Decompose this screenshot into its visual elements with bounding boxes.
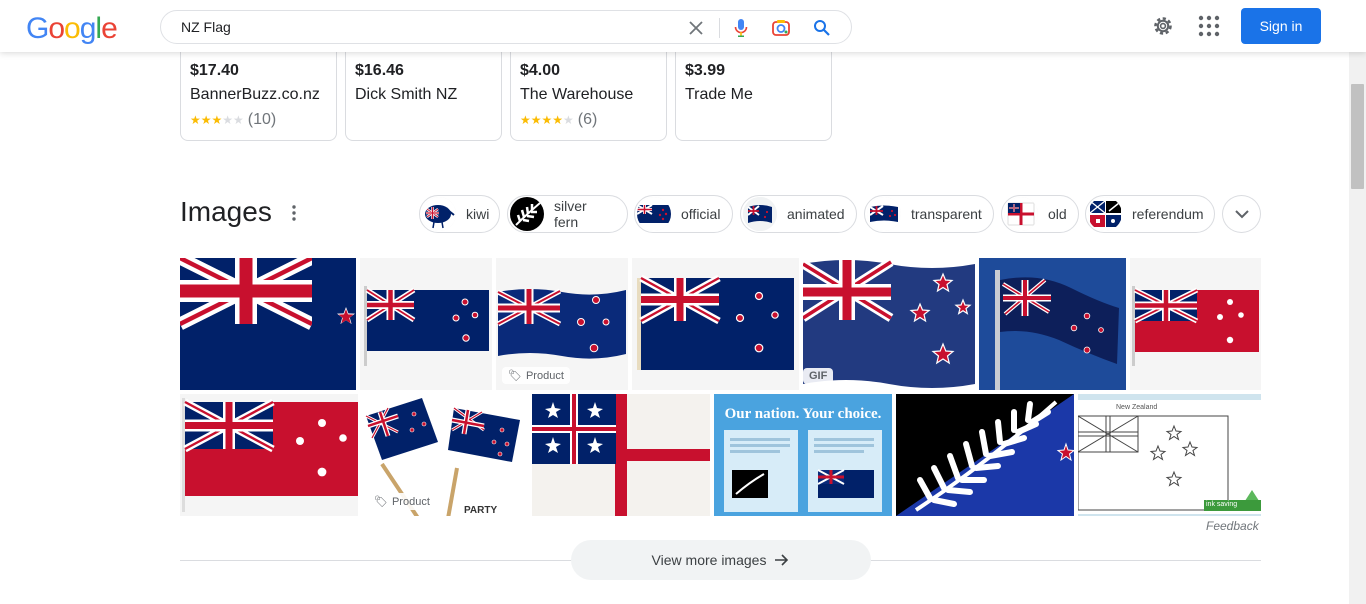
nz-flag-on-pole-image [360, 258, 492, 390]
chip-label: transparent [911, 206, 982, 222]
header-bar: Google Sign in [0, 0, 1366, 52]
gear-icon[interactable] [1151, 14, 1175, 38]
images-section-title: Images [180, 196, 272, 227]
microphone-icon[interactable] [730, 17, 752, 39]
filter-chip-referendum[interactable]: referendum [1085, 195, 1215, 233]
filter-chip-silver-fern[interactable]: silver fern [507, 195, 628, 233]
nz-flag-colouring-sheet-image [1078, 394, 1261, 516]
image-result[interactable]: 🏷 Product PARTY [362, 394, 528, 516]
tag-icon: 🏷 [508, 370, 522, 382]
google-logo[interactable]: Google [26, 12, 118, 46]
product-store: BannerBuzz.co.nz [190, 86, 320, 103]
nz-flag-with-rope-image [632, 258, 799, 390]
product-price: $17.40 [190, 62, 239, 79]
apps-grid-icon[interactable] [1198, 15, 1220, 37]
filter-chip-official[interactable]: official [634, 195, 733, 233]
chip-label: old [1048, 206, 1067, 222]
image-result[interactable]: GIF [803, 258, 975, 390]
camera-lens-icon[interactable] [770, 17, 792, 39]
logo-letter: o [48, 12, 65, 45]
sheet-caption: New Zealand [1116, 404, 1158, 411]
product-rating: ★★★★★ (10) [190, 111, 276, 129]
image-result[interactable] [979, 258, 1126, 390]
star-rating-icon: ★★★★★ [190, 113, 244, 127]
more-options-icon[interactable] [286, 204, 302, 222]
chip-label: animated [787, 206, 845, 222]
review-count: (6) [577, 111, 598, 128]
logo-letter: g [79, 12, 97, 45]
arrow-right-icon [775, 554, 789, 566]
chip-label: referendum [1132, 206, 1204, 222]
view-more-label: View more images [651, 552, 767, 568]
feedback-link[interactable]: Feedback [1206, 519, 1259, 533]
logo-letter: e [101, 12, 118, 45]
badge-label: Product [391, 495, 430, 508]
image-result[interactable] [532, 394, 710, 516]
product-price: $16.46 [355, 62, 404, 79]
badge-label: Product [525, 369, 564, 382]
filter-chip-kiwi[interactable]: kiwi [419, 195, 500, 233]
chip-label: official [681, 206, 721, 222]
product-badge: 🏷 Product [368, 493, 436, 510]
party-watermark: PARTY [464, 505, 498, 516]
image-result[interactable] [360, 258, 492, 390]
chip-thumbnail [422, 197, 456, 231]
product-rating: ★★★★★ (6) [520, 111, 597, 129]
image-result[interactable] [632, 258, 799, 390]
image-result[interactable]: New Zealand ink saving [1078, 394, 1261, 516]
search-input[interactable] [181, 19, 661, 35]
star-rating-icon: ★★★★★ [520, 113, 574, 127]
chip-label: silver fern [554, 198, 587, 230]
scrollbar-thumb[interactable] [1351, 84, 1364, 189]
image-result[interactable] [1130, 258, 1261, 390]
chip-label: kiwi [466, 206, 490, 222]
product-store: Dick Smith NZ [355, 86, 458, 103]
filter-chip-transparent[interactable]: transparent [864, 195, 994, 233]
nz-united-tribes-flag-image [532, 394, 710, 516]
product-card[interactable]: $3.99 Trade Me [675, 40, 832, 141]
product-price: $3.99 [685, 62, 726, 79]
view-more-images-button[interactable]: View more images [571, 540, 871, 580]
product-card[interactable]: $16.46 Dick Smith NZ [345, 40, 502, 141]
nz-flag-image [180, 258, 356, 390]
sign-in-button[interactable]: Sign in [1241, 8, 1321, 44]
nz-red-ensign-image [1130, 258, 1261, 390]
logo-letter: G [26, 12, 49, 45]
chip-thumbnail [743, 197, 777, 231]
logo-letter: o [64, 12, 81, 45]
chip-thumbnail [1004, 197, 1038, 231]
review-count: (10) [247, 111, 277, 128]
chip-thumbnail [510, 197, 544, 231]
nz-red-ensign-large-image [180, 394, 358, 516]
product-price: $4.00 [520, 62, 561, 79]
search-icon[interactable] [811, 17, 833, 39]
chevron-down-icon [1234, 210, 1249, 219]
product-card[interactable]: $4.00 The Warehouse ★★★★★ (6) [510, 40, 667, 141]
poster-title: Our nation. Your choice. [724, 406, 882, 422]
product-store: Trade Me [685, 86, 753, 103]
tag-icon: 🏷 [374, 496, 388, 508]
clear-icon[interactable] [685, 17, 707, 39]
product-badge: 🏷 Product [502, 367, 570, 384]
image-result[interactable]: 🏷 Product [496, 258, 628, 390]
ink-saving-badge: ink saving [1206, 501, 1238, 508]
image-result[interactable] [180, 258, 356, 390]
product-card[interactable]: $17.40 BannerBuzz.co.nz ★★★★★ (10) [180, 40, 337, 141]
chip-thumbnail [867, 197, 901, 231]
image-result[interactable] [896, 394, 1074, 516]
expand-chips-button[interactable] [1222, 195, 1261, 233]
chip-thumbnail [1088, 197, 1122, 231]
filter-chip-animated[interactable]: animated [740, 195, 857, 233]
search-box [160, 10, 852, 44]
chip-thumbnail [637, 197, 671, 231]
nz-flag-flying-sky-image [979, 258, 1126, 390]
gif-badge: GIF [803, 368, 834, 384]
product-store: The Warehouse [520, 86, 634, 103]
image-result[interactable] [180, 394, 358, 516]
filter-chip-old[interactable]: old [1001, 195, 1079, 233]
search-divider [719, 18, 720, 38]
image-result[interactable]: Our nation. Your choice. [714, 394, 892, 516]
silver-fern-flag-image [896, 394, 1074, 516]
